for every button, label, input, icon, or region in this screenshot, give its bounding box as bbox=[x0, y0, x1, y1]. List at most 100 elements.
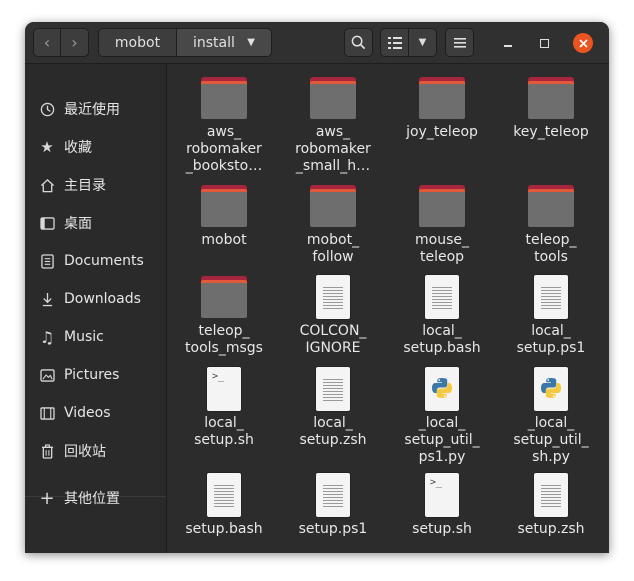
forward-button[interactable]: › bbox=[61, 28, 89, 57]
path-crumb-install[interactable]: install ▼ bbox=[177, 28, 272, 57]
file-name: local_ setup.zsh bbox=[299, 415, 367, 448]
sidebar-item-label: 其他位置 bbox=[64, 491, 120, 507]
file-item[interactable]: >_ local_ setup.sh bbox=[170, 357, 278, 449]
file-grid: aws_ robomaker _booksto… aws_ robomaker _smal… bbox=[167, 64, 609, 553]
chevron-left-icon: ‹ bbox=[43, 33, 51, 52]
shell-script-icon: >_ bbox=[418, 471, 466, 519]
navigation-buttons: ‹ › bbox=[33, 28, 89, 57]
sidebar-item-music[interactable]: ♫ Music bbox=[25, 320, 166, 354]
file-item[interactable]: >_ setup.sh bbox=[388, 463, 496, 538]
view-list-button[interactable] bbox=[380, 28, 409, 57]
sidebar-item-recent[interactable]: 最近使用 bbox=[25, 92, 166, 126]
sidebar-item-label: 最近使用 bbox=[64, 102, 120, 118]
maximize-icon bbox=[539, 38, 549, 48]
folder-icon bbox=[418, 182, 466, 230]
hamburger-icon bbox=[453, 37, 466, 48]
video-icon bbox=[39, 405, 55, 421]
sidebar-item-videos[interactable]: Videos bbox=[25, 396, 166, 430]
python-file-icon bbox=[418, 365, 466, 413]
file-name: COLCON_ IGNORE bbox=[299, 323, 367, 356]
download-icon bbox=[39, 291, 55, 307]
trash-icon bbox=[39, 443, 55, 459]
sidebar-item-label: 桌面 bbox=[64, 216, 92, 232]
sidebar-item-label: 收藏 bbox=[64, 140, 92, 156]
sidebar-item-label: Videos bbox=[64, 405, 111, 421]
file-item[interactable]: setup.zsh bbox=[497, 463, 605, 538]
sidebar-item-trash[interactable]: 回收站 bbox=[25, 434, 166, 468]
file-name: mobot_ follow bbox=[306, 232, 360, 265]
sidebar-item-desktop[interactable]: 桌面 bbox=[25, 206, 166, 240]
text-file-icon bbox=[527, 273, 575, 321]
view-options-button[interactable]: ▼ bbox=[408, 28, 437, 57]
close-button[interactable] bbox=[573, 33, 593, 53]
file-item[interactable]: _local_ setup_util_ ps1.py bbox=[388, 357, 496, 466]
file-item[interactable]: COLCON_ IGNORE bbox=[279, 265, 387, 357]
file-item[interactable]: mobot bbox=[170, 174, 278, 249]
file-name: _local_ setup_util_ sh.py bbox=[513, 415, 589, 465]
search-icon bbox=[351, 35, 366, 50]
shell-script-icon: >_ bbox=[200, 365, 248, 413]
music-icon: ♫ bbox=[39, 327, 55, 347]
sidebar-item-home[interactable]: 主目录 bbox=[25, 168, 166, 202]
folder-icon bbox=[200, 182, 248, 230]
sidebar-item-pictures[interactable]: Pictures bbox=[25, 358, 166, 392]
folder-icon bbox=[200, 74, 248, 122]
sidebar-item-documents[interactable]: Documents bbox=[25, 244, 166, 278]
sidebar-item-downloads[interactable]: Downloads bbox=[25, 282, 166, 316]
text-file-icon bbox=[527, 471, 575, 519]
folder-icon bbox=[527, 182, 575, 230]
plus-icon: + bbox=[39, 487, 55, 509]
file-name: key_teleop bbox=[513, 124, 589, 140]
file-name: joy_teleop bbox=[406, 124, 478, 140]
file-item[interactable]: joy_teleop bbox=[388, 66, 496, 141]
file-name: teleop_ tools_msgs bbox=[185, 323, 263, 356]
file-item[interactable]: local_ setup.bash bbox=[388, 265, 496, 357]
file-item[interactable]: local_ setup.zsh bbox=[279, 357, 387, 449]
file-name: teleop_ tools bbox=[525, 232, 577, 265]
file-item[interactable]: key_teleop bbox=[497, 66, 605, 141]
search-button[interactable] bbox=[344, 28, 373, 57]
header-bar: ‹ › mobot install ▼ ▼ bbox=[25, 22, 609, 64]
file-item[interactable]: mouse_ teleop bbox=[388, 174, 496, 266]
file-name: local_ setup.sh bbox=[194, 415, 254, 448]
minimize-button[interactable] bbox=[499, 34, 517, 52]
file-name: setup.bash bbox=[185, 521, 263, 537]
desktop-icon bbox=[39, 215, 55, 231]
picture-icon bbox=[39, 367, 55, 383]
file-item[interactable]: aws_ robomaker _booksto… bbox=[170, 66, 278, 175]
chevron-down-icon: ▼ bbox=[247, 37, 255, 48]
file-name: setup.ps1 bbox=[298, 521, 368, 537]
sidebar-item-label: 回收站 bbox=[64, 444, 106, 460]
text-file-icon bbox=[309, 273, 357, 321]
file-name: local_ setup.ps1 bbox=[516, 323, 586, 356]
file-item[interactable]: teleop_ tools_msgs bbox=[170, 265, 278, 357]
folder-icon bbox=[309, 182, 357, 230]
python-file-icon bbox=[527, 365, 575, 413]
text-file-icon bbox=[309, 365, 357, 413]
sidebar-item-label: Documents bbox=[64, 253, 144, 269]
file-item[interactable]: _local_ setup_util_ sh.py bbox=[497, 357, 605, 466]
sidebar-item-other-locations[interactable]: + 其他位置 bbox=[25, 481, 166, 515]
file-item[interactable]: aws_ robomaker _small_h… bbox=[279, 66, 387, 175]
path-crumb-mobot[interactable]: mobot bbox=[98, 28, 177, 57]
file-item[interactable]: setup.bash bbox=[170, 463, 278, 538]
folder-icon bbox=[527, 74, 575, 122]
maximize-button[interactable] bbox=[535, 34, 553, 52]
file-item[interactable]: local_ setup.ps1 bbox=[497, 265, 605, 357]
back-button[interactable]: ‹ bbox=[33, 28, 61, 57]
folder-icon bbox=[418, 74, 466, 122]
file-item[interactable]: mobot_ follow bbox=[279, 174, 387, 266]
sidebar-item-label: Downloads bbox=[64, 291, 141, 307]
sidebar-item-starred[interactable]: ★ 收藏 bbox=[25, 130, 166, 164]
file-name: setup.zsh bbox=[517, 521, 585, 537]
file-item[interactable]: teleop_ tools bbox=[497, 174, 605, 266]
file-item[interactable]: setup.ps1 bbox=[279, 463, 387, 538]
sidebar: 最近使用 ★ 收藏 主目录 桌面 Documents Downloads ♫ M… bbox=[25, 64, 167, 553]
menu-button[interactable] bbox=[445, 28, 474, 57]
star-icon: ★ bbox=[40, 138, 54, 156]
file-name: _local_ setup_util_ ps1.py bbox=[404, 415, 480, 465]
clock-icon bbox=[39, 101, 55, 117]
close-icon bbox=[578, 38, 588, 48]
minimize-icon bbox=[504, 45, 512, 47]
chevron-right-icon: › bbox=[71, 33, 78, 52]
